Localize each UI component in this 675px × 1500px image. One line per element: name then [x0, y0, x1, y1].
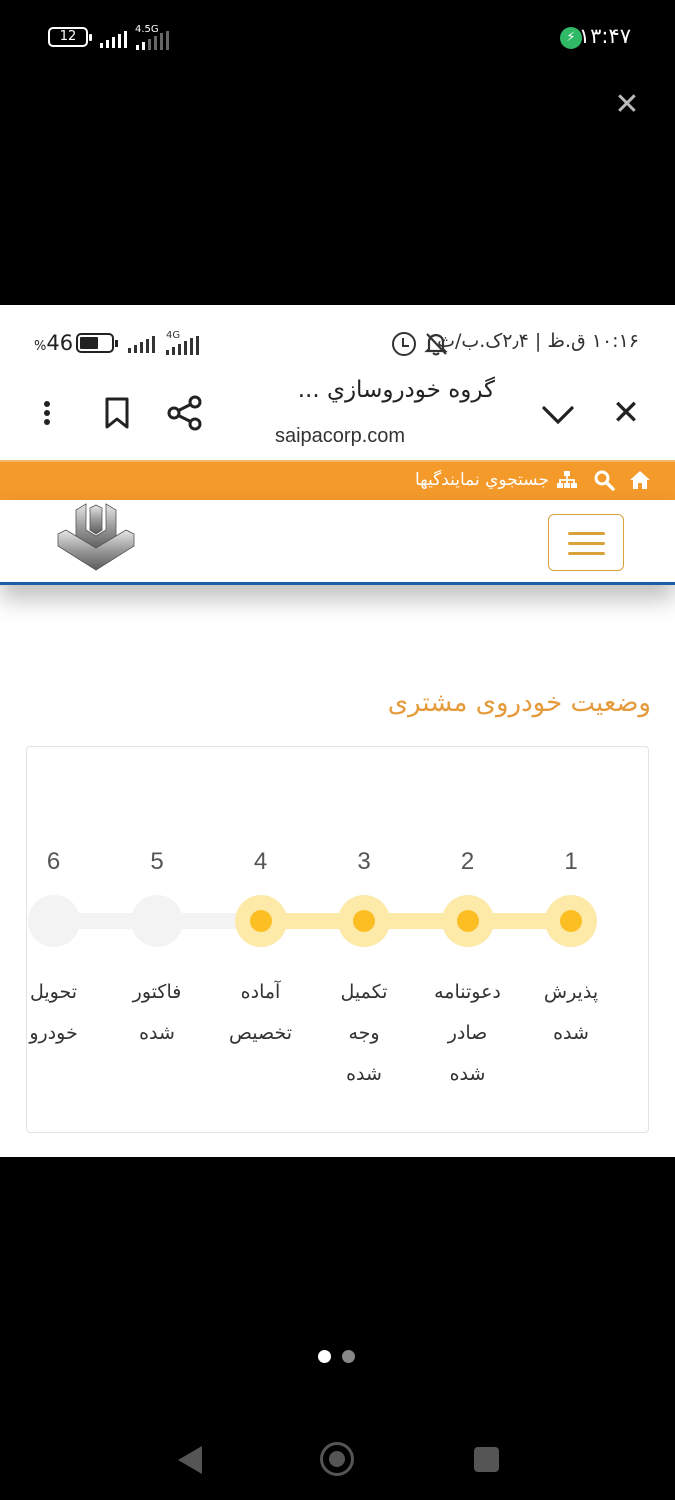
step-label: دعوتنامه صادر شده: [434, 981, 501, 1085]
step-dot-completed: [338, 895, 390, 947]
page-dot-active[interactable]: [318, 1350, 331, 1363]
site-header: [0, 500, 675, 585]
section-title: وضعیت خودروی مشتری: [387, 688, 651, 718]
site-top-bar: جستجوي نمايندگيها: [0, 460, 675, 500]
step-label: تحویل خودرو: [29, 981, 78, 1044]
inner-clock: ۱۰:۱۶ ق.ظ | ۲٫۴ک.ب/ث: [437, 330, 639, 352]
order-status-tracker: 1 پذیرش شده 2 دعوتنامه صادر شده 3 تکمیل وجه ش…: [26, 746, 649, 1133]
share-icon[interactable]: [165, 393, 205, 433]
step-number: 4: [253, 848, 268, 875]
inner-signal-icon-2: [166, 336, 199, 355]
step-label: آماده تخصیص: [228, 981, 293, 1044]
nav-back-icon[interactable]: [176, 1444, 204, 1476]
page-url[interactable]: saipacorp.com: [240, 425, 440, 448]
outer-clock: ۱۳:۴۷: [578, 24, 631, 48]
inner-battery-unit: %: [34, 339, 47, 354]
sitemap-icon[interactable]: [556, 470, 578, 490]
page-indicator: [318, 1350, 358, 1364]
page-dot[interactable]: [342, 1350, 355, 1363]
step-number: 3: [357, 848, 371, 875]
more-options-icon[interactable]: [30, 393, 64, 433]
step-dot-completed: [234, 895, 287, 947]
step-label: پذیرش شده: [543, 981, 599, 1044]
chevron-down-icon[interactable]: [538, 395, 578, 435]
alarm-icon: [392, 332, 416, 356]
progress-line-active: [260, 913, 571, 929]
step-label: فاکتور شده: [132, 981, 182, 1044]
close-tab-icon[interactable]: ✕: [606, 393, 646, 433]
nav-home-icon[interactable]: [320, 1442, 354, 1476]
outer-signal-icon-1: [100, 31, 127, 48]
hamburger-menu-button[interactable]: [548, 514, 624, 571]
step-dot-completed: [441, 895, 494, 947]
home-icon[interactable]: [628, 468, 652, 492]
nav-recent-apps-icon[interactable]: [474, 1447, 499, 1472]
step-dot-pending: [27, 895, 80, 947]
dealer-search-link[interactable]: جستجوي نمايندگيها: [415, 470, 549, 490]
inner-signal-icon-1: [128, 336, 155, 353]
inner-battery-icon: [76, 333, 118, 353]
bookmark-icon[interactable]: [100, 393, 134, 433]
inner-battery-value: 46: [46, 331, 74, 355]
outer-signal-icon-2: [136, 31, 169, 50]
step-dot-pending: [131, 895, 183, 947]
saipa-logo[interactable]: [52, 500, 136, 576]
outer-battery-icon: 12: [48, 27, 92, 47]
step-label: تکمیل وجه شده: [340, 981, 388, 1085]
inner-battery-percent: %46: [34, 331, 73, 355]
screenshot-card: %46 4G ۱۰:۱۶ ق.ظ | ۲٫۴ک.ب/ث گروه خودروسا…: [0, 305, 675, 1157]
outer-battery-level: 12: [59, 29, 77, 44]
step-number: 2: [460, 848, 475, 875]
step-number: 1: [564, 848, 578, 875]
page-title: گروه خودروسازي ...: [297, 377, 495, 403]
step-dot-completed: [545, 895, 597, 947]
step-number: 6: [46, 848, 61, 875]
step-number: 5: [150, 848, 164, 875]
outer-status-bar: 12 4.5G ⚡ ۱۳:۴۷: [0, 0, 675, 75]
browser-toolbar: گروه خودروسازي ... saipacorp.com ✕: [0, 365, 675, 460]
search-icon[interactable]: [593, 469, 615, 491]
viewer-close-icon[interactable]: ✕: [610, 88, 644, 122]
